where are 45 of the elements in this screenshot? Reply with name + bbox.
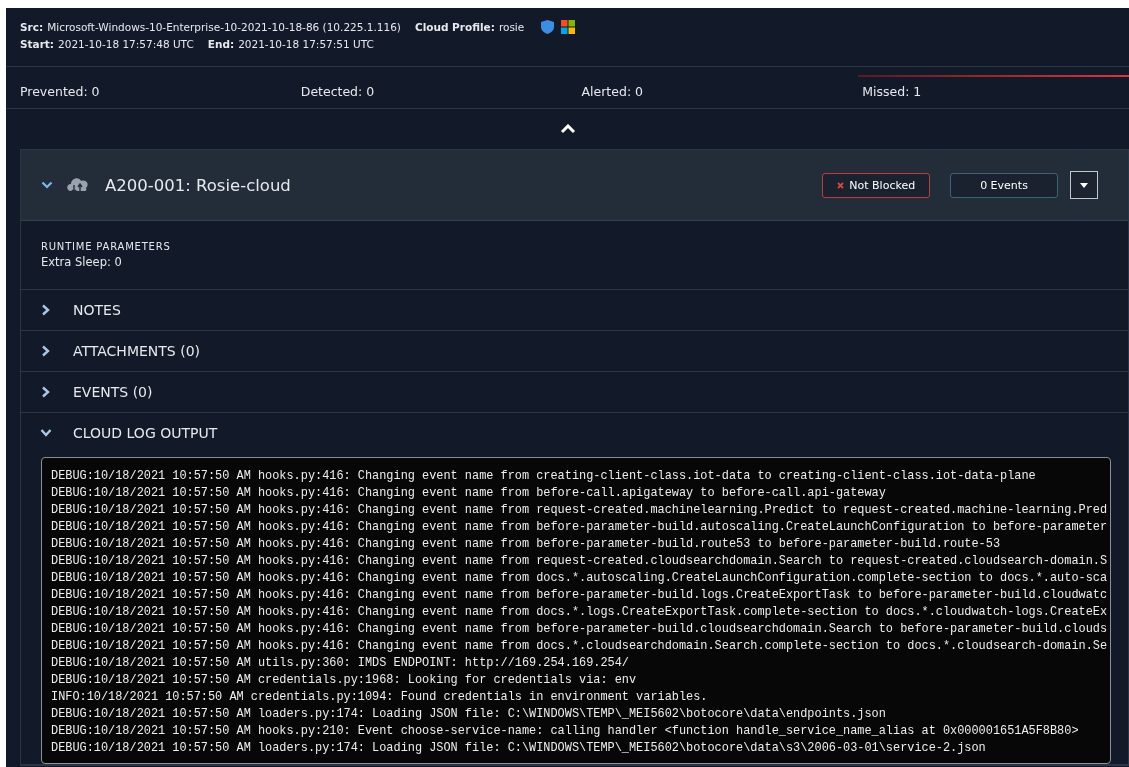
section-header[interactable]: CLOUD LOG OUTPUT xyxy=(21,413,1128,453)
log-line: DEBUG:10/18/2021 10:57:50 AM hooks.py:416: Changing event name from before-parameter-build.cloudsearchdomain.Search to before-parameter-build.clouds xyxy=(51,621,1109,638)
log-line: DEBUG:10/18/2021 10:57:50 AM hooks.py:416: Changing event name from before-parameter-build.route53 to before-parameter-build.route-53 xyxy=(51,536,1002,553)
log-line: DEBUG:10/18/2021 10:57:50 AM hooks.py:416: Changing event name from docs.*.autoscaling.CreateLaunchConfiguration.complete-section to docs.*.auto-sca xyxy=(51,570,1109,587)
field-value: 2021-10-18 17:57:51 UTC xyxy=(238,37,374,50)
stat-label: Missed: 1 xyxy=(862,84,922,99)
parameter-text: Extra Sleep: 0 xyxy=(41,255,123,269)
section-header[interactable]: NOTES xyxy=(21,290,1128,330)
log-line: INFO:10/18/2021 10:57:50 AM credentials.py:1094: Found credentials in environment variables. xyxy=(51,689,709,706)
section-header[interactable]: ATTACHMENTS (0) xyxy=(21,331,1128,371)
log-line: DEBUG:10/18/2021 10:57:50 AM utils.py:360: IMDS ENDPOINT: http://169.254.169.254/ xyxy=(51,655,630,672)
status-button[interactable]: Not Blocked xyxy=(822,172,930,198)
log-line: DEBUG:10/18/2021 10:57:50 AM loaders.py:174: Loading JSON file: C:\WINDOWS\TEMP\_MEI5602\botocore\data\s3\2006-03-01\service-2.json xyxy=(51,740,987,757)
log-line: DEBUG:10/18/2021 10:57:50 AM loaders.py:174: Loading JSON file: C:\WINDOWS\TEMP\_MEI5602\botocore\data\endpoints.json xyxy=(51,706,887,723)
log-line: DEBUG:10/18/2021 10:57:50 AM hooks.py:416: Changing event name from before-parameter-build.autoscaling.CreateLaunchConfiguration to before-parameter xyxy=(51,519,1109,536)
chevron-down-icon[interactable] xyxy=(41,181,53,189)
dropdown-button[interactable] xyxy=(1070,171,1098,199)
stat-label: Prevented: 0 xyxy=(20,84,100,99)
field-label: End: xyxy=(207,37,235,50)
x-icon xyxy=(836,181,844,189)
log-line: DEBUG:10/18/2021 10:57:50 AM hooks.py:416: Changing event name from before-parameter-build.logs.CreateExportTask to before-parameter-build.cloudwatc xyxy=(51,587,1109,604)
field-label: Src: xyxy=(20,20,44,33)
section-heading: RUNTIME PARAMETERS xyxy=(41,241,172,252)
action-title: A200-001: Rosie-cloud xyxy=(105,175,291,195)
shield-icon xyxy=(541,19,555,34)
log-line: DEBUG:10/18/2021 10:57:50 AM hooks.py:210: Event choose-service-name: calling handler <function handle_service_name_alias at 0x000001651A5F8B80> xyxy=(51,723,1080,740)
field-value: rosie xyxy=(498,20,525,33)
stat-label: Alerted: 0 xyxy=(581,84,644,99)
log-line: DEBUG:10/18/2021 10:57:50 AM credentials.py:1968: Looking for credentials via: env xyxy=(51,672,638,689)
caret-down-icon xyxy=(1080,182,1088,188)
field-label: Cloud Profile: xyxy=(414,20,495,33)
field-label: Start: xyxy=(20,37,55,50)
windows-logo-icon xyxy=(561,19,576,34)
field-value: 2021-10-18 17:57:48 UTC xyxy=(58,37,194,50)
log-line: DEBUG:10/18/2021 10:57:50 AM hooks.py:416: Changing event name from docs.*.cloudsearchdomain.Search.complete-section to docs.*.cloudsearch-domain.Se xyxy=(51,638,1109,655)
log-line: DEBUG:10/18/2021 10:57:50 AM hooks.py:416: Changing event name from request-created.machinelearning.Predict to request-created.machine-learning.Pred xyxy=(51,502,1109,519)
stat-label: Detected: 0 xyxy=(300,84,375,99)
events-button[interactable]: 0 Events xyxy=(950,172,1058,198)
section-header[interactable]: EVENTS (0) xyxy=(21,372,1128,412)
field-value: Microsoft-Windows-10-Enterprise-10-2021-10-18-86 (10.225.1.116) xyxy=(47,20,401,33)
chevron-up-icon[interactable] xyxy=(559,124,576,134)
log-line: DEBUG:10/18/2021 10:57:50 AM hooks.py:416: Changing event name from creating-client-class.iot-data to creating-client-class.iot-data-plane xyxy=(51,468,1037,485)
log-line: DEBUG:10/18/2021 10:57:50 AM hooks.py:416: Changing event name from request-created.cloudsearchdomain.Search to request-created.cloudsearch-domain.S xyxy=(51,553,1109,570)
log-line: DEBUG:10/18/2021 10:57:50 AM hooks.py:416: Changing event name from before-call.apigateway to before-call.api-gateway xyxy=(51,485,887,502)
log-line: DEBUG:10/18/2021 10:57:50 AM hooks.py:416: Changing event name from docs.*.logs.CreateExportTask.complete-section to docs.*.cloudwatch-logs.CreateEx xyxy=(51,604,1109,621)
